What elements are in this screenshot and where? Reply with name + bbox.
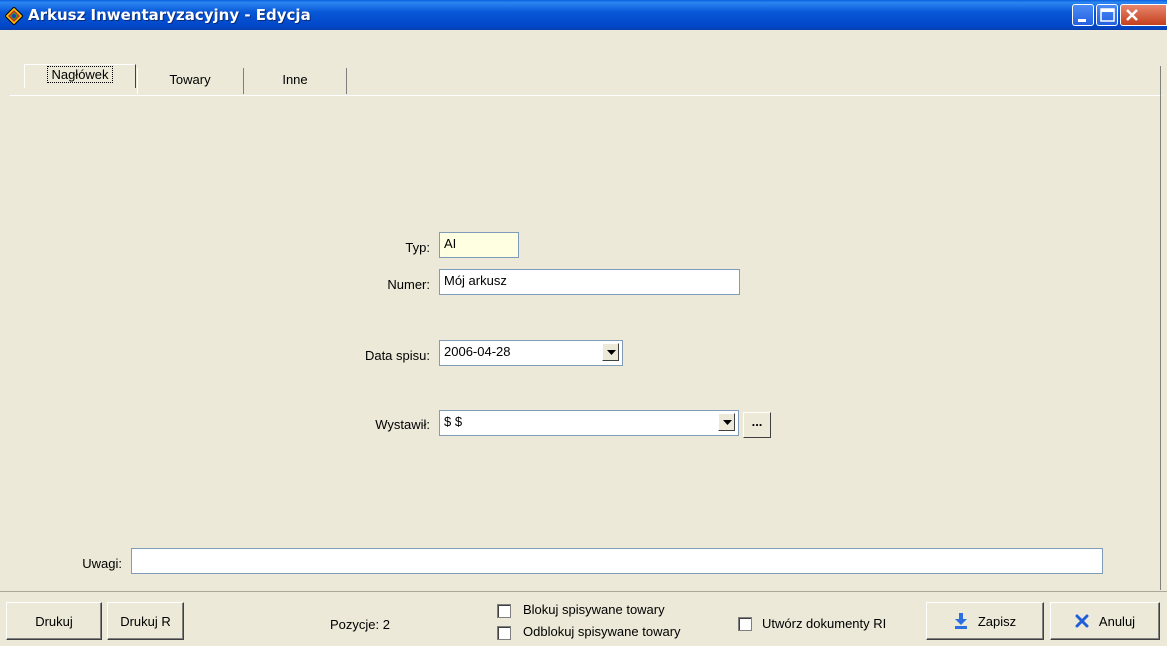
- anuluj-label: Anuluj: [1098, 613, 1136, 629]
- app-diamond-icon: [4, 6, 24, 26]
- odblokuj-checkbox[interactable]: [497, 626, 511, 640]
- odblokuj-label: Odblokuj spisywane towary: [523, 624, 681, 639]
- tab-towary[interactable]: Towary: [137, 66, 243, 94]
- close-button[interactable]: [1120, 4, 1167, 26]
- anuluj-button[interactable]: Anuluj: [1050, 602, 1160, 640]
- window-title: Arkusz Inwentaryzacyjny - Edycja: [28, 6, 311, 24]
- wystawil-select[interactable]: $ $: [439, 410, 739, 436]
- footer-divider: [0, 591, 1167, 592]
- typ-label: Typ:: [405, 240, 430, 255]
- maximize-icon: [1100, 8, 1115, 22]
- wystawil-dropdown-button[interactable]: [718, 413, 735, 431]
- wystawil-label: Wystawił:: [375, 417, 430, 432]
- data-spisu-value: 2006-04-28: [444, 344, 511, 359]
- chevron-down-icon: [723, 420, 732, 425]
- blokuj-checkbox[interactable]: [497, 604, 511, 618]
- numer-label: Numer:: [387, 277, 430, 292]
- chevron-down-icon: [607, 350, 616, 355]
- tab-inne-label: Inne: [282, 72, 308, 87]
- cancel-x-icon: [1075, 614, 1089, 628]
- tab-divider: [243, 68, 244, 94]
- wystawil-value: $ $: [444, 414, 463, 429]
- zapisz-label: Zapisz: [977, 613, 1017, 629]
- maximize-button[interactable]: [1096, 4, 1118, 26]
- utworz-checkbox[interactable]: [738, 617, 752, 631]
- title-bar[interactable]: Arkusz Inwentaryzacyjny - Edycja: [0, 0, 1167, 30]
- close-icon: [1126, 9, 1138, 21]
- minimize-icon: [1078, 19, 1086, 22]
- utworz-label: Utwórz dokumenty RI: [762, 616, 887, 631]
- data-spisu-dropdown-button[interactable]: [602, 343, 619, 361]
- tab-panel-border: [10, 95, 1162, 96]
- data-spisu-date-picker[interactable]: 2006-04-28: [439, 340, 623, 366]
- tab-panel-border: [1160, 66, 1161, 590]
- drukuj-button[interactable]: Drukuj: [6, 602, 102, 640]
- drukuj-label: Drukuj: [35, 613, 73, 629]
- tab-naglowek[interactable]: Nagłówek: [24, 64, 136, 88]
- blokuj-label: Blokuj spisywane towary: [523, 602, 665, 617]
- uwagi-field[interactable]: [131, 548, 1103, 574]
- tab-divider: [137, 68, 138, 94]
- minimize-button[interactable]: [1072, 4, 1094, 26]
- tab-divider: [346, 68, 347, 94]
- window: Arkusz Inwentaryzacyjny - Edycja Nagłówe…: [0, 0, 1167, 646]
- drukuj-r-button[interactable]: Drukuj R: [107, 602, 184, 640]
- save-arrow-icon: [954, 613, 968, 629]
- drukuj-r-label: Drukuj R: [120, 613, 171, 629]
- tab-inne[interactable]: Inne: [244, 66, 346, 94]
- zapisz-button[interactable]: Zapisz: [926, 602, 1044, 640]
- uwagi-label: Uwagi:: [82, 556, 122, 571]
- wystawil-browse-button[interactable]: ...: [743, 412, 771, 438]
- tab-naglowek-label: Nagłówek: [47, 66, 113, 83]
- tab-towary-label: Towary: [169, 72, 211, 87]
- data-spisu-label: Data spisu:: [364, 348, 430, 363]
- numer-field[interactable]: Mój arkusz: [439, 269, 740, 295]
- typ-field[interactable]: AI: [439, 232, 519, 258]
- pozycje-count: Pozycje: 2: [330, 617, 390, 632]
